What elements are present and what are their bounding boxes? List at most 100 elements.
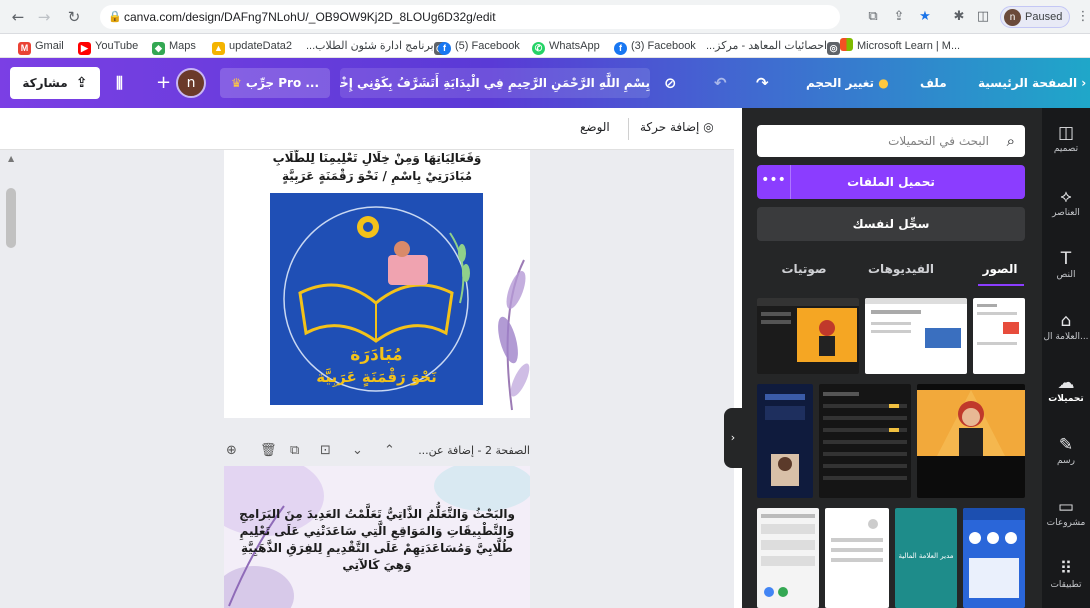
thumbnail-image <box>761 514 815 597</box>
upload-thumbnail[interactable]: مدير العلامة المالية <box>895 508 957 608</box>
thumbnail-image <box>865 298 967 348</box>
rail-uploads[interactable]: ☁ تحميلات <box>1042 372 1090 404</box>
tab-audio[interactable]: صوتيات <box>766 254 842 284</box>
tab-images[interactable]: الصور <box>962 254 1038 284</box>
bookmark-whatsapp[interactable]: ✆ WhatsApp <box>532 38 600 55</box>
share-button[interactable]: مشاركة ⇪ <box>10 67 100 99</box>
upload-thumbnail[interactable] <box>757 298 859 374</box>
reload-icon[interactable]: ↻ <box>64 7 84 27</box>
apps-icon: ⠿ <box>1059 559 1073 579</box>
bookmark-statistics[interactable]: ◎احصائيات المعاهد - مركز... <box>706 38 844 55</box>
page2-text-line3[interactable]: طُلَّابِيَّ وَمُسَاعَدَتِهِمْ عَلَى التَ… <box>224 540 530 556</box>
home-link[interactable]: ‹ الصفحة الرئيسية <box>978 58 1086 108</box>
upload-thumbnail[interactable] <box>865 298 967 374</box>
animate-button[interactable]: ◎ إضافة حركة <box>640 120 714 134</box>
upload-thumbnail[interactable] <box>757 384 813 498</box>
move-up-icon[interactable]: ⌃ <box>384 443 395 458</box>
analytics-icon[interactable]: ⫼ <box>116 58 123 108</box>
rail-elements[interactable]: ⟡ العناصر <box>1042 186 1090 218</box>
add-page-icon[interactable]: ⊕ <box>226 443 237 458</box>
uploads-search-input[interactable]: ⌕ البحث في التحميلات <box>757 125 1025 157</box>
design-page-2[interactable]: والبَحْثُ وَالتَّعَلُّمُ الذَّاتِيُّ تَع… <box>224 466 530 608</box>
lavender-leaves-decoration <box>498 259 530 411</box>
install-icon[interactable]: ⧉ <box>864 7 882 27</box>
extensions-icon[interactable]: ✱ <box>950 7 968 27</box>
upload-thumbnail[interactable] <box>819 384 911 498</box>
page1-text-line1[interactable]: وَفَعَالِيَاتِهَا وَمِنْ خِلَالِ تَعْلِي… <box>224 150 530 166</box>
bookmark-facebook-5[interactable]: f (5) Facebook <box>438 38 520 55</box>
design-page-1[interactable]: وَفَعَالِيَاتِهَا وَمِنْ خِلَالِ تَعْلِي… <box>224 150 530 418</box>
page2-text-line1[interactable]: والبَحْثُ وَالتَّعَلُّمُ الذَّاتِيُّ تَع… <box>224 506 530 522</box>
bookmark-star-icon[interactable]: ★ <box>916 7 934 27</box>
bookmark-updatedata2[interactable]: ▲ updateData2 <box>212 38 292 55</box>
share-page-icon[interactable]: ⇪ <box>890 7 908 27</box>
profile-avatar: n <box>1004 9 1021 26</box>
move-down-icon[interactable]: ⌄ <box>352 443 363 458</box>
undo-icon[interactable]: ↶ <box>714 58 727 108</box>
back-icon[interactable]: ← <box>8 7 28 27</box>
bookmark-facebook-3[interactable]: f (3) Facebook <box>614 38 696 55</box>
upload-thumbnail[interactable] <box>825 508 889 608</box>
tab-videos[interactable]: الفيديوهات <box>856 254 946 284</box>
page-2-title[interactable]: الصفحة 2 - إضافة عن... <box>414 444 530 457</box>
resize-button[interactable]: ● تغيير الحجم <box>806 58 889 108</box>
resize-crown-icon: ● <box>878 76 889 90</box>
upload-thumbnail[interactable] <box>917 384 1025 498</box>
record-yourself-button[interactable]: سجِّل لنفسك <box>757 207 1025 241</box>
bookmarks-bar: MGmail ▶YouTube ◆Maps ▲updateData2 ◎برنا… <box>0 34 1090 58</box>
page1-text-line2[interactable]: مُبَادَرَتِيْ بِاسْمِ / نَحْوَ رَقْمَنَة… <box>224 168 530 184</box>
delete-page-icon[interactable]: 🗑 <box>260 443 277 458</box>
side-panel-icon[interactable]: ◫ <box>974 7 992 27</box>
rail-brand[interactable]: ⌂ العلامة ال... <box>1042 310 1090 342</box>
try-pro-button[interactable]: ♛ جرِّب Pro ... <box>220 68 330 98</box>
rail-draw[interactable]: ✎ رسم <box>1042 434 1090 466</box>
cloud-saved-icon: ⊘ <box>664 74 677 92</box>
lock-icon: 🔒 <box>108 11 122 23</box>
forward-icon[interactable]: → <box>34 7 54 27</box>
profile-button[interactable]: n Paused <box>1000 6 1070 28</box>
initiative-logo-image[interactable]: مُبَادَرَة نَحْوَ رَقْمَنَةٍ عَرَبِيَّة <box>270 193 483 405</box>
profile-status: Paused <box>1025 11 1063 23</box>
address-bar[interactable]: 🔒 canva.com/design/DAFng7NLohU/_OB9OW9Kj… <box>100 5 840 29</box>
rail-text[interactable]: T النص <box>1042 248 1090 280</box>
menu-kebab-icon[interactable]: ⋮ <box>1074 7 1090 27</box>
rail-design[interactable]: ◫ تصميم <box>1042 122 1090 154</box>
add-collaborator-button[interactable]: + <box>156 58 171 108</box>
upload-thumbnail[interactable] <box>973 298 1025 374</box>
file-menu[interactable]: ملف <box>920 58 947 108</box>
vertical-scrollbar[interactable] <box>6 188 16 248</box>
elements-icon: ⟡ <box>1060 187 1072 207</box>
design-title[interactable]: بِسْمِ اللَّهِ الرَّحْمَنِ الرَّحِيمِ فِ… <box>340 68 650 98</box>
collapse-panel-handle[interactable]: › <box>724 408 742 468</box>
position-button[interactable]: الوضع <box>580 120 610 134</box>
facebook-icon: f <box>438 42 451 55</box>
thumbnail-image <box>757 298 859 362</box>
lock-page-icon[interactable]: ⊡ <box>320 443 331 458</box>
upload-more-button[interactable]: ••• <box>757 165 791 199</box>
upload-thumbnail[interactable] <box>757 508 819 608</box>
page2-text-line4[interactable]: وَهِيَ كَالآتِي <box>224 557 530 573</box>
scroll-up-icon[interactable]: ▲ <box>8 154 14 163</box>
bookmark-student-affairs[interactable]: ◎برنامج ادارة شئون الطلاب... <box>306 38 451 55</box>
globe-icon: ◎ <box>827 42 841 55</box>
active-tab-indicator <box>978 284 1024 286</box>
bookmark-maps[interactable]: ◆ Maps <box>152 38 196 55</box>
duplicate-page-icon[interactable]: ⧉ <box>290 443 299 458</box>
bookmark-youtube[interactable]: ▶ YouTube <box>78 38 138 55</box>
user-avatar[interactable]: n <box>176 68 206 98</box>
redo-icon[interactable]: ↷ <box>756 58 769 108</box>
facebook-icon: f <box>614 42 627 55</box>
chevron-left-icon: ‹ <box>1081 76 1087 90</box>
search-icon: ⌕ <box>1006 132 1015 150</box>
crown-icon: ♛ <box>230 76 242 90</box>
rail-projects[interactable]: ▭ مشروعات <box>1042 496 1090 528</box>
rail-apps[interactable]: ⠿ تطبيقات <box>1042 558 1090 590</box>
browser-toolbar: ← → ↻ 🔒 canva.com/design/DAFng7NLohU/_OB… <box>0 0 1090 34</box>
bookmark-gmail[interactable]: M Gmail <box>18 38 64 55</box>
bookmark-microsoft-learn[interactable]: Microsoft Learn | M... <box>840 38 960 54</box>
upload-files-button[interactable]: تحميل الملفات <box>757 165 1025 199</box>
upload-thumbnail[interactable] <box>963 508 1025 608</box>
drive-icon: ▲ <box>212 42 225 55</box>
page2-text-line2[interactable]: وَالتَّطْبِيقَاتِ وَالمَوَاقِعِ الَّتِي … <box>224 523 530 539</box>
thumbnail-image <box>963 508 1025 598</box>
